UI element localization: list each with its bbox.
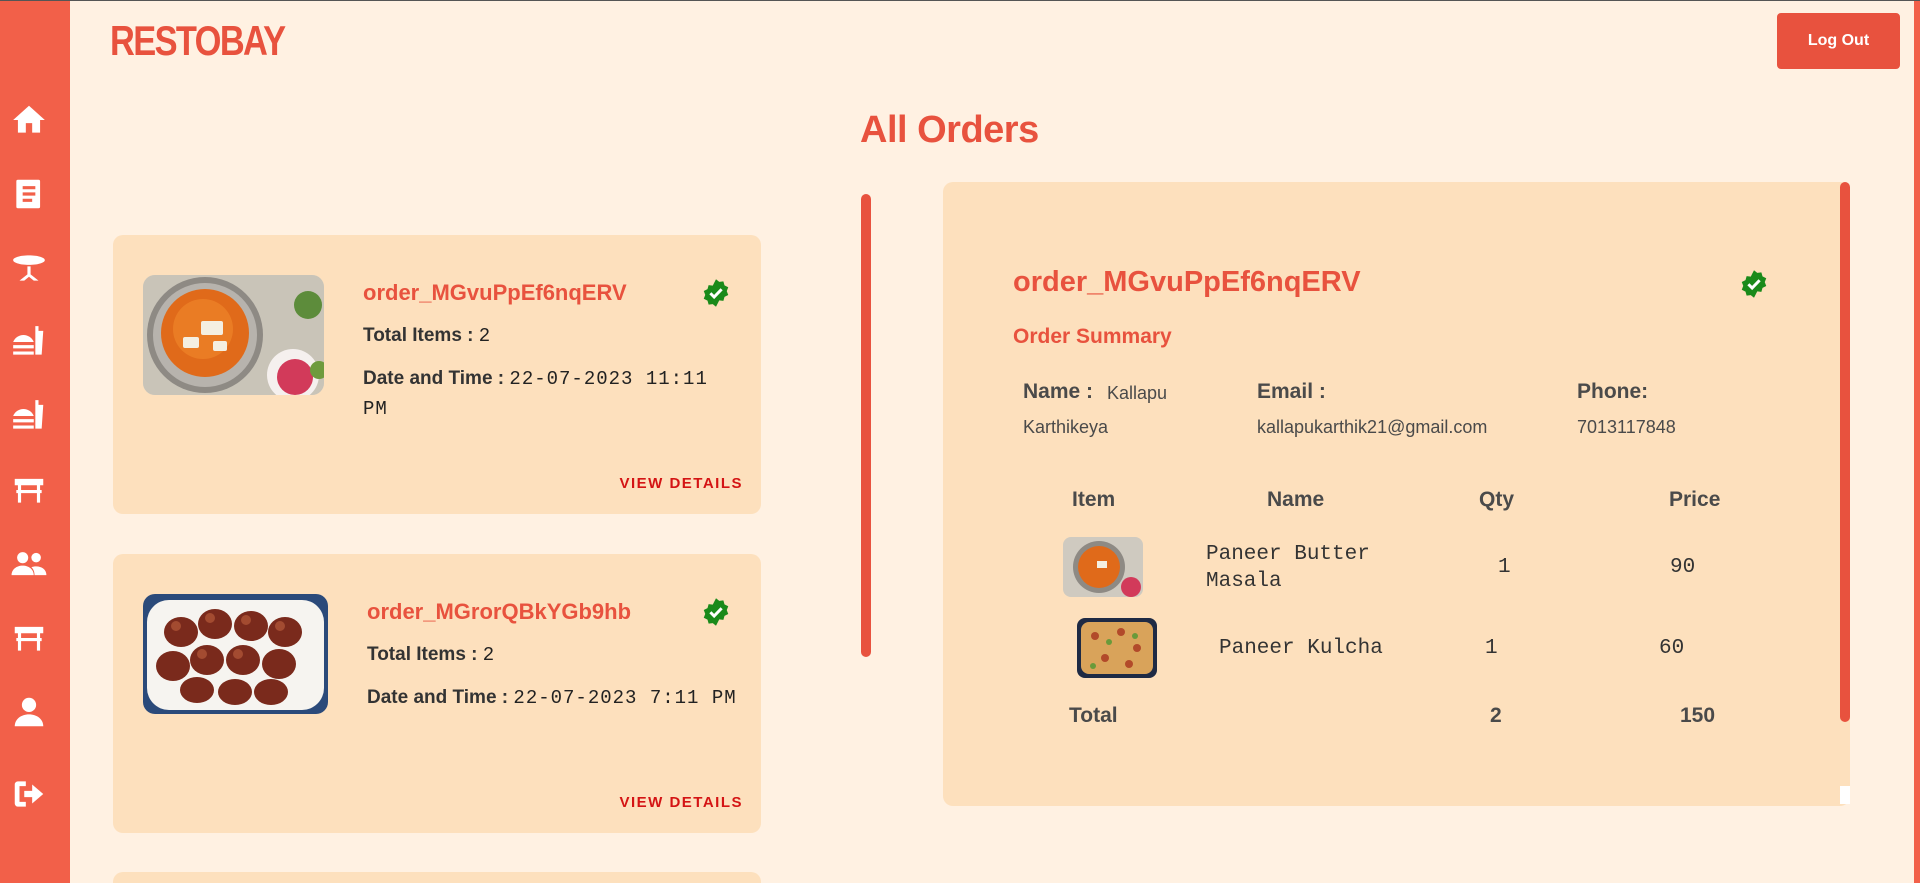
item-qty: 1: [1498, 556, 1511, 579]
order-image: [143, 275, 324, 395]
item-image: [1063, 537, 1143, 597]
total-items-line: Total Items : 2: [363, 325, 492, 347]
home-icon[interactable]: [10, 101, 48, 139]
email-value: kallapukarthik21@gmail.com: [1257, 417, 1488, 437]
column-header-name: Name: [1267, 488, 1325, 511]
page-title: All Orders: [860, 109, 1039, 151]
view-details-link[interactable]: VIEW DETAILS: [619, 794, 743, 811]
verified-icon: [1739, 269, 1769, 299]
column-header-qty: Qty: [1479, 488, 1515, 511]
orders-scrollbar[interactable]: [861, 194, 871, 657]
verified-icon: [701, 597, 731, 627]
phone-label: Phone:: [1577, 380, 1649, 403]
food-order-2-icon[interactable]: [10, 397, 48, 435]
phone-value: 7013117848: [1577, 417, 1676, 437]
detail-order-id: order_MGvuPpEf6nqERV: [1013, 266, 1361, 298]
food-order-icon[interactable]: [10, 323, 48, 361]
order-id: order_MGrorQBkYGb9hb: [367, 599, 632, 624]
name-value: Kallapu Karthikeya: [1023, 383, 1168, 437]
bench-2-icon[interactable]: [10, 619, 48, 657]
order-id: order_MGvuPpEf6nqERV: [363, 280, 627, 305]
logout-button[interactable]: Log Out: [1777, 13, 1900, 69]
page-scrollbar[interactable]: [1914, 1, 1920, 883]
user-icon[interactable]: [10, 693, 48, 731]
sign-out-icon[interactable]: [10, 775, 48, 813]
order-image: [143, 594, 328, 714]
datetime-line: Date and Time : 22-07-2023 7:11 PM: [367, 687, 737, 709]
datetime-line: Date and Time : 22-07-2023 11:11 PM: [363, 368, 708, 420]
table-icon[interactable]: [10, 249, 48, 287]
bench-icon[interactable]: [10, 471, 48, 509]
total-qty: 2: [1490, 704, 1502, 727]
detail-scrollbar-end: [1840, 786, 1850, 804]
item-price: 60: [1659, 637, 1685, 660]
order-card-partial[interactable]: [113, 872, 761, 883]
sidebar: [0, 1, 70, 883]
column-header-price: Price: [1669, 488, 1721, 511]
total-price: 150: [1680, 704, 1716, 727]
item-name: Paneer Butter Masala: [1206, 543, 1370, 593]
order-card[interactable]: order_MGvuPpEf6nqERV Total Items : 2 Dat…: [113, 235, 761, 514]
total-label: Total: [1069, 704, 1118, 727]
item-price: 90: [1670, 556, 1696, 579]
total-items-line: Total Items : 2: [367, 644, 496, 666]
detail-scrollbar[interactable]: [1840, 182, 1850, 722]
item-image: [1077, 618, 1157, 678]
email-label: Email :: [1257, 380, 1326, 403]
item-qty: 1: [1485, 637, 1498, 660]
column-header-item: Item: [1072, 488, 1116, 511]
view-details-link[interactable]: VIEW DETAILS: [619, 475, 743, 492]
menu-book-icon[interactable]: [10, 175, 48, 213]
order-card[interactable]: order_MGrorQBkYGb9hb Total Items : 2 Dat…: [113, 554, 761, 833]
verified-icon: [701, 278, 731, 308]
order-summary-title: Order Summary: [1013, 325, 1172, 348]
brand-logo: RESTOBAY: [110, 17, 286, 64]
item-name: Paneer Kulcha: [1219, 637, 1383, 660]
users-icon[interactable]: [10, 545, 48, 583]
